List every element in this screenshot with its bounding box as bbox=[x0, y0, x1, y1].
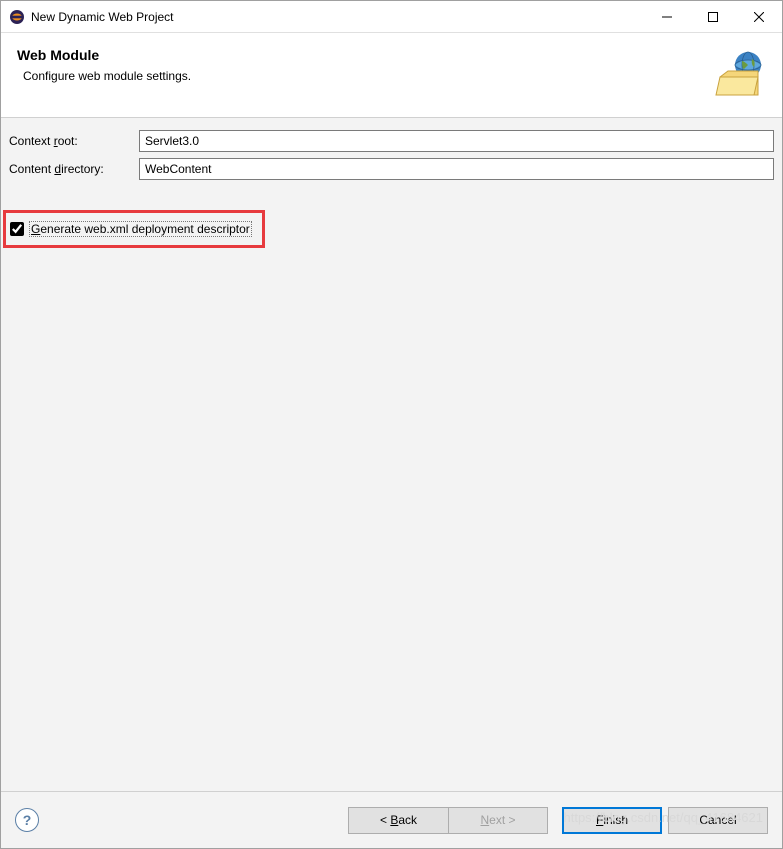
close-button[interactable] bbox=[736, 2, 782, 32]
cancel-button[interactable]: Cancel bbox=[668, 807, 768, 834]
generate-webxml-checkbox[interactable] bbox=[10, 222, 24, 236]
wizard-description: Configure web module settings. bbox=[17, 69, 704, 83]
minimize-icon bbox=[662, 12, 672, 22]
highlight-box: Generate web.xml deployment descriptor bbox=[3, 210, 265, 248]
window-title: New Dynamic Web Project bbox=[31, 10, 644, 24]
wizard-header-text: Web Module Configure web module settings… bbox=[17, 47, 704, 83]
help-button[interactable]: ? bbox=[15, 808, 39, 832]
content-directory-label: Content directory: bbox=[9, 162, 139, 176]
window-controls bbox=[644, 2, 782, 32]
minimize-button[interactable] bbox=[644, 2, 690, 32]
dialog-window: New Dynamic Web Project Web Module Confi… bbox=[0, 0, 783, 849]
wizard-title: Web Module bbox=[17, 47, 704, 63]
wizard-footer: ? < Back Next > Finish Cancel bbox=[1, 792, 782, 848]
help-icon: ? bbox=[23, 812, 32, 828]
maximize-button[interactable] bbox=[690, 2, 736, 32]
content-directory-row: Content directory: bbox=[9, 158, 774, 180]
close-icon bbox=[754, 12, 764, 22]
eclipse-icon bbox=[9, 9, 25, 25]
web-project-icon bbox=[714, 47, 766, 99]
maximize-icon bbox=[708, 12, 718, 22]
wizard-content: Context root: Content directory: Generat… bbox=[1, 118, 782, 792]
titlebar: New Dynamic Web Project bbox=[1, 1, 782, 33]
context-root-label: Context root: bbox=[9, 134, 139, 148]
context-root-input[interactable] bbox=[139, 130, 774, 152]
generate-webxml-label[interactable]: Generate web.xml deployment descriptor bbox=[29, 221, 252, 237]
back-button[interactable]: < Back bbox=[348, 807, 448, 834]
content-directory-input[interactable] bbox=[139, 158, 774, 180]
wizard-header: Web Module Configure web module settings… bbox=[1, 33, 782, 118]
nav-button-group: < Back Next > bbox=[348, 807, 548, 834]
finish-button[interactable]: Finish bbox=[562, 807, 662, 834]
next-button: Next > bbox=[448, 807, 548, 834]
generate-webxml-row: Generate web.xml deployment descriptor bbox=[10, 221, 252, 237]
context-root-row: Context root: bbox=[9, 130, 774, 152]
